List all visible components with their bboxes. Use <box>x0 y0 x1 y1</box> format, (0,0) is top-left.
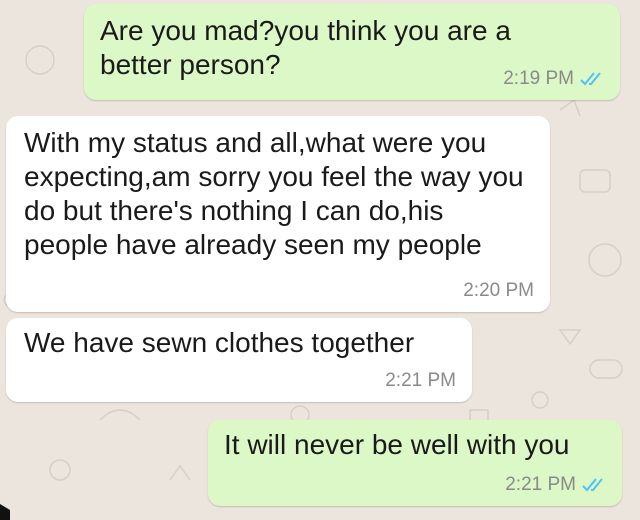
double-check-read-icon <box>580 72 601 86</box>
watermark-corner-icon <box>0 504 10 520</box>
message-time: 2:21 PM <box>385 370 456 391</box>
message-bubble-outgoing[interactable]: It will never be well with you 2:21 PM <box>208 420 622 506</box>
message-text: It will never be well with you <box>224 429 570 460</box>
message-text: Are you mad?you think you are a better p… <box>100 15 511 80</box>
message-text: We have sewn clothes together <box>24 327 415 358</box>
message-text: With my status and all,what were you exp… <box>24 127 524 260</box>
message-meta: 2:21 PM <box>385 370 456 392</box>
message-time: 2:19 PM <box>503 68 574 89</box>
message-meta: 2:19 PM <box>503 68 606 90</box>
message-bubble-incoming[interactable]: We have sewn clothes together 2:21 PM <box>6 318 472 402</box>
message-bubble-incoming[interactable]: With my status and all,what were you exp… <box>6 116 550 312</box>
message-meta: 2:21 PM <box>505 474 608 496</box>
message-meta: 2:20 PM <box>463 280 534 302</box>
message-bubble-outgoing[interactable]: Are you mad?you think you are a better p… <box>84 4 620 100</box>
message-time: 2:21 PM <box>505 474 576 495</box>
double-check-read-icon <box>582 478 603 492</box>
message-time: 2:20 PM <box>463 280 534 301</box>
